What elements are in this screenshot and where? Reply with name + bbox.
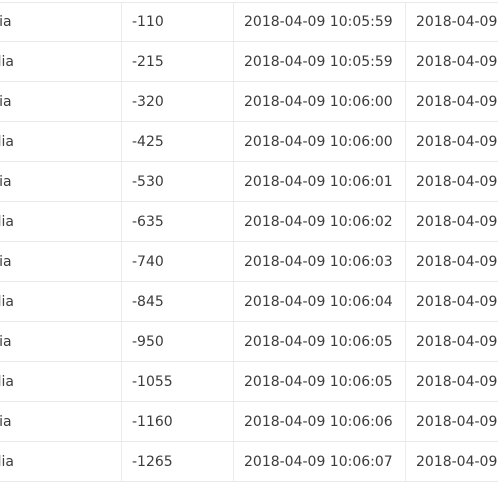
date-cell: 2018-04-09 (416, 213, 498, 230)
table-row[interactable]: Slovenia -110 2018-04-09 10:05:59 2018-0… (0, 2, 498, 42)
date-cell: 2018-04-09 (416, 293, 498, 310)
date-cell: 2018-04-09 (416, 133, 498, 150)
value-cell: -1160 (122, 402, 234, 441)
value-cell: -530 (122, 162, 234, 201)
value-cell: -425 (122, 122, 234, 161)
date-cell: 2018-04-09 (416, 413, 498, 430)
date-cell: 2018-04-09 (416, 93, 498, 110)
country-cell: Australia (0, 282, 122, 321)
value-cell: -1055 (122, 362, 234, 401)
table-row[interactable]: Slovenia -530 2018-04-09 10:06:01 2018-0… (0, 162, 498, 202)
country-cell: Slovenia (0, 82, 122, 121)
country-cell: Australia (0, 202, 122, 241)
timestamp-cell: 2018-04-09 10:06:02 (234, 202, 406, 241)
country-cell: Slovenia (0, 402, 122, 441)
timestamp-cell: 2018-04-09 10:05:59 (234, 3, 406, 41)
value-cell: -740 (122, 242, 234, 281)
table-row[interactable]: Australia -1265 2018-04-09 10:06:07 2018… (0, 442, 498, 482)
timestamp-cell: 2018-04-09 10:06:01 (234, 162, 406, 201)
timestamp-cell: 2018-04-09 10:06:03 (234, 242, 406, 281)
country-cell: Australia (0, 122, 122, 161)
timestamp-cell: 2018-04-09 10:05:59 (234, 42, 406, 81)
date-cell: 2018-04-09 (416, 14, 498, 30)
value-cell: -950 (122, 322, 234, 361)
value-cell: -635 (122, 202, 234, 241)
timestamp-cell: 2018-04-09 10:06:04 (234, 282, 406, 321)
country-cell: Australia (0, 442, 122, 481)
value-cell: -110 (122, 3, 234, 41)
country-cell: Australia (0, 42, 122, 81)
table-row[interactable]: Australia -425 2018-04-09 10:06:00 2018-… (0, 122, 498, 162)
timestamp-cell: 2018-04-09 10:06:00 (234, 82, 406, 121)
table-row[interactable]: Australia -635 2018-04-09 10:06:02 2018-… (0, 202, 498, 242)
country-cell: Slovenia (0, 242, 122, 281)
data-table: Slovenia -110 2018-04-09 10:05:59 2018-0… (0, 2, 498, 482)
date-cell: 2018-04-09 (416, 373, 498, 390)
table-row[interactable]: Slovenia -950 2018-04-09 10:06:05 2018-0… (0, 322, 498, 362)
timestamp-cell: 2018-04-09 10:06:05 (234, 362, 406, 401)
timestamp-cell: 2018-04-09 10:06:00 (234, 122, 406, 161)
date-cell: 2018-04-09 (416, 173, 498, 190)
table-row[interactable]: Slovenia -320 2018-04-09 10:06:00 2018-0… (0, 82, 498, 122)
date-cell: 2018-04-09 (416, 333, 498, 350)
value-cell: -215 (122, 42, 234, 81)
date-cell: 2018-04-09 (416, 53, 498, 70)
table-row[interactable]: Australia -1055 2018-04-09 10:06:05 2018… (0, 362, 498, 402)
table-row[interactable]: Slovenia -1160 2018-04-09 10:06:06 2018-… (0, 402, 498, 442)
date-cell: 2018-04-09 (416, 253, 498, 270)
date-cell: 2018-04-09 (416, 453, 498, 470)
table-row[interactable]: Australia -215 2018-04-09 10:05:59 2018-… (0, 42, 498, 82)
country-cell: Slovenia (0, 3, 122, 41)
value-cell: -1265 (122, 442, 234, 481)
table-row[interactable]: Australia -845 2018-04-09 10:06:04 2018-… (0, 282, 498, 322)
country-cell: Slovenia (0, 322, 122, 361)
timestamp-cell: 2018-04-09 10:06:06 (234, 402, 406, 441)
country-cell: Slovenia (0, 162, 122, 201)
timestamp-cell: 2018-04-09 10:06:07 (234, 442, 406, 481)
timestamp-cell: 2018-04-09 10:06:05 (234, 322, 406, 361)
country-cell: Australia (0, 362, 122, 401)
table-viewport[interactable]: Slovenia -110 2018-04-09 10:05:59 2018-0… (0, 0, 498, 498)
value-cell: -845 (122, 282, 234, 321)
table-row[interactable]: Slovenia -740 2018-04-09 10:06:03 2018-0… (0, 242, 498, 282)
value-cell: -320 (122, 82, 234, 121)
